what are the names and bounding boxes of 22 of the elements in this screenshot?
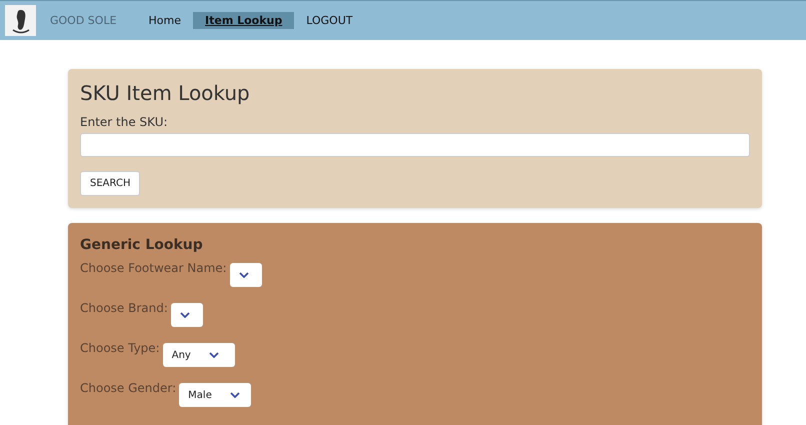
field-label: Choose Brand: (80, 301, 168, 315)
chevron-down-icon (230, 392, 240, 398)
shoe-sole-logo (5, 5, 36, 36)
card-title: Generic Lookup (80, 237, 204, 253)
dropdown-select[interactable]: Male (179, 383, 252, 407)
search-button[interactable]: SEARCH (80, 171, 140, 196)
nav-link[interactable]: Home (136, 12, 194, 29)
field-label: Choose Type: (80, 341, 160, 355)
nav-link[interactable]: LOGOUT (294, 12, 365, 29)
chevron-down-icon (238, 272, 249, 278)
brand-name: GOOD SOLE (50, 14, 117, 27)
sku-input-field[interactable] (80, 133, 750, 157)
dropdown-select[interactable]: Any (162, 343, 235, 367)
field-label: Choose Footwear Name: (80, 261, 227, 275)
dropdown-select[interactable] (170, 303, 203, 327)
chevron-down-icon (180, 312, 190, 318)
nav-link[interactable]: Item Lookup (193, 12, 294, 29)
field-label: Enter the SKU: (80, 115, 169, 129)
field-label: Choose Gender: (80, 381, 176, 395)
chevron-down-icon (208, 352, 219, 358)
card-title: SKU Item Lookup (80, 81, 251, 105)
dropdown-select[interactable] (230, 263, 262, 287)
